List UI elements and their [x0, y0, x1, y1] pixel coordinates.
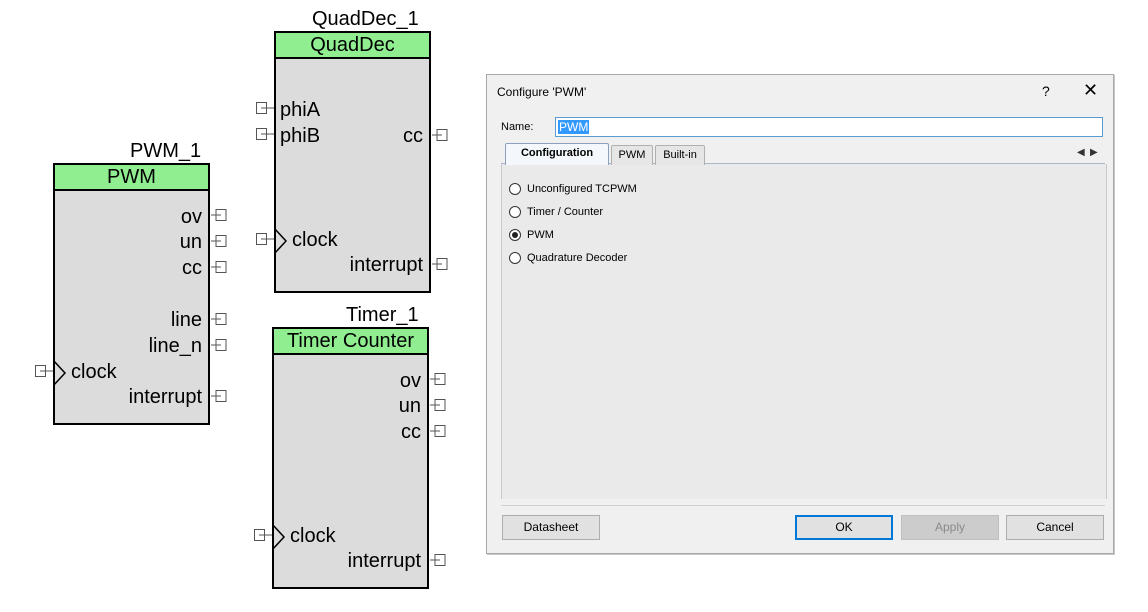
button-bar-divider [501, 505, 1105, 506]
timer-pin-interrupt: interrupt [347, 550, 421, 572]
timer-component[interactable]: Timer Counter ov un cc clock interrupt [272, 327, 429, 589]
pwm-line-terminal-icon[interactable] [211, 313, 227, 325]
dialog-title: Configure 'PWM' [497, 85, 587, 99]
timer-instance-name: Timer_1 [346, 304, 419, 326]
option-unconfigured-tcpwm[interactable]: Unconfigured TCPWM [509, 181, 637, 197]
pwm-pin-interrupt: interrupt [128, 386, 202, 408]
datasheet-button[interactable]: Datasheet [502, 515, 600, 540]
quaddec-clock-arrow-icon [274, 228, 288, 254]
tab-pwm[interactable]: PWM [611, 145, 653, 165]
quaddec-phia-terminal-icon[interactable] [256, 102, 274, 114]
timer-pin-ov: ov [399, 370, 421, 392]
timer-component-type: Timer Counter [274, 329, 427, 355]
pwm-interrupt-terminal-icon[interactable] [211, 390, 227, 402]
quaddec-pin-cc: cc [403, 125, 423, 147]
close-icon[interactable]: ✕ [1083, 81, 1098, 99]
name-label: Name: [501, 121, 534, 133]
pwm-cc-terminal-icon[interactable] [211, 261, 227, 273]
cancel-button[interactable]: Cancel [1006, 515, 1104, 540]
timer-clock-arrow-icon [272, 524, 286, 550]
pwm-pin-un: un [179, 231, 202, 253]
pwm-pin-line-n: line_n [148, 335, 202, 357]
pwm-pin-cc: cc [182, 257, 202, 279]
option-label: PWM [527, 229, 554, 241]
tab-scroll-left-icon[interactable]: ◀ [1077, 147, 1085, 158]
pwm-instance-name: PWM_1 [130, 140, 202, 162]
timer-cc-terminal-icon[interactable] [430, 425, 446, 437]
option-timer-counter[interactable]: Timer / Counter [509, 204, 603, 220]
quaddec-interrupt-terminal-icon[interactable] [432, 258, 448, 270]
quaddec-phib-terminal-icon[interactable] [256, 128, 274, 140]
timer-pin-un: un [398, 395, 421, 417]
quaddec-component[interactable]: QuadDec phiA phiB cc clock interrupt [274, 31, 431, 293]
quaddec-pin-phib: phiB [280, 125, 321, 147]
tab-configuration[interactable]: Configuration [505, 143, 609, 165]
configure-dialog: Configure 'PWM' ? ✕ Name: PWM Configurat… [486, 74, 1114, 554]
option-label: Unconfigured TCPWM [527, 183, 637, 195]
pwm-pin-line: line [170, 309, 202, 331]
timer-clock-terminal-icon[interactable] [254, 529, 272, 541]
quaddec-pin-phia: phiA [280, 99, 321, 121]
pwm-clock-terminal-icon[interactable] [35, 365, 53, 377]
timer-interrupt-terminal-icon[interactable] [430, 554, 446, 566]
pwm-pin-clock: clock [71, 361, 117, 383]
timer-ov-terminal-icon[interactable] [430, 373, 446, 385]
timer-pin-clock: clock [290, 525, 336, 547]
quaddec-component-type: QuadDec [276, 33, 429, 59]
pwm-pin-ov: ov [180, 206, 202, 228]
quaddec-pin-interrupt: interrupt [349, 254, 423, 276]
timer-un-terminal-icon[interactable] [430, 399, 446, 411]
quaddec-clock-terminal-icon[interactable] [256, 233, 274, 245]
help-icon[interactable]: ? [1042, 83, 1050, 99]
pwm-component-type: PWM [55, 165, 208, 191]
name-input-value: PWM [558, 120, 590, 134]
option-quadrature-decoder[interactable]: Quadrature Decoder [509, 250, 627, 266]
ok-button[interactable]: OK [795, 515, 893, 540]
tab-scroll-right-icon[interactable]: ▶ [1090, 147, 1098, 158]
option-label: Quadrature Decoder [527, 252, 628, 264]
tab-built-in[interactable]: Built-in [655, 145, 705, 165]
pwm-line-n-terminal-icon[interactable] [211, 339, 227, 351]
pwm-component[interactable]: PWM ov un cc line line_n clock interrupt [53, 163, 210, 425]
radio-pwm[interactable] [509, 229, 521, 241]
quaddec-pin-clock: clock [292, 229, 338, 251]
radio-timer-counter[interactable] [509, 206, 521, 218]
pwm-clock-arrow-icon [53, 360, 67, 386]
option-pwm[interactable]: PWM [509, 227, 554, 243]
name-input[interactable] [555, 117, 1103, 137]
quaddec-cc-terminal-icon[interactable] [432, 129, 448, 141]
radio-quadrature-decoder[interactable] [509, 252, 521, 264]
radio-unconfigured-tcpwm[interactable] [509, 183, 521, 195]
apply-button[interactable]: Apply [901, 515, 999, 540]
timer-pin-cc: cc [401, 421, 421, 443]
pwm-un-terminal-icon[interactable] [211, 235, 227, 247]
option-label: Timer / Counter [527, 206, 604, 218]
quaddec-instance-name: QuadDec_1 [312, 8, 419, 30]
pwm-ov-terminal-icon[interactable] [211, 209, 227, 221]
